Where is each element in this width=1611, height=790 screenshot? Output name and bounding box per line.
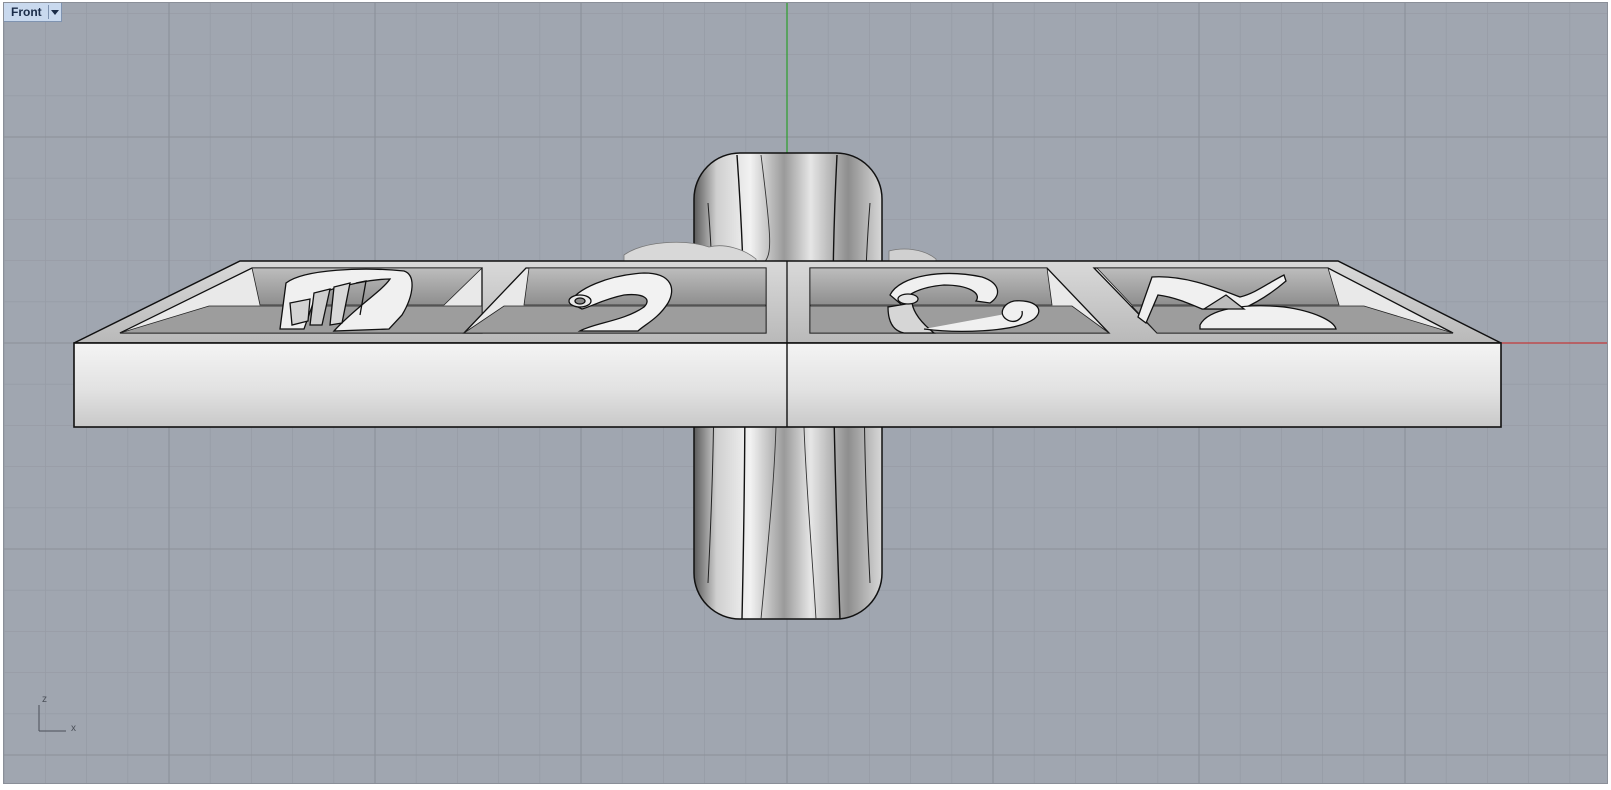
viewport-title[interactable]: Front [4, 3, 48, 21]
scene-canvas[interactable] [4, 3, 1608, 784]
axis-z-label: z [42, 694, 47, 705]
front-viewport[interactable]: Front z x [3, 2, 1608, 784]
axis-widget [38, 705, 66, 732]
chevron-down-icon[interactable] [49, 3, 61, 21]
viewport-title-tab[interactable]: Front [4, 3, 62, 22]
rhino-viewport-app: Front z x [0, 0, 1611, 790]
ring-bar-front-face [73, 342, 1502, 428]
virgo-symbol [279, 268, 413, 332]
axis-x-label: x [71, 723, 76, 734]
